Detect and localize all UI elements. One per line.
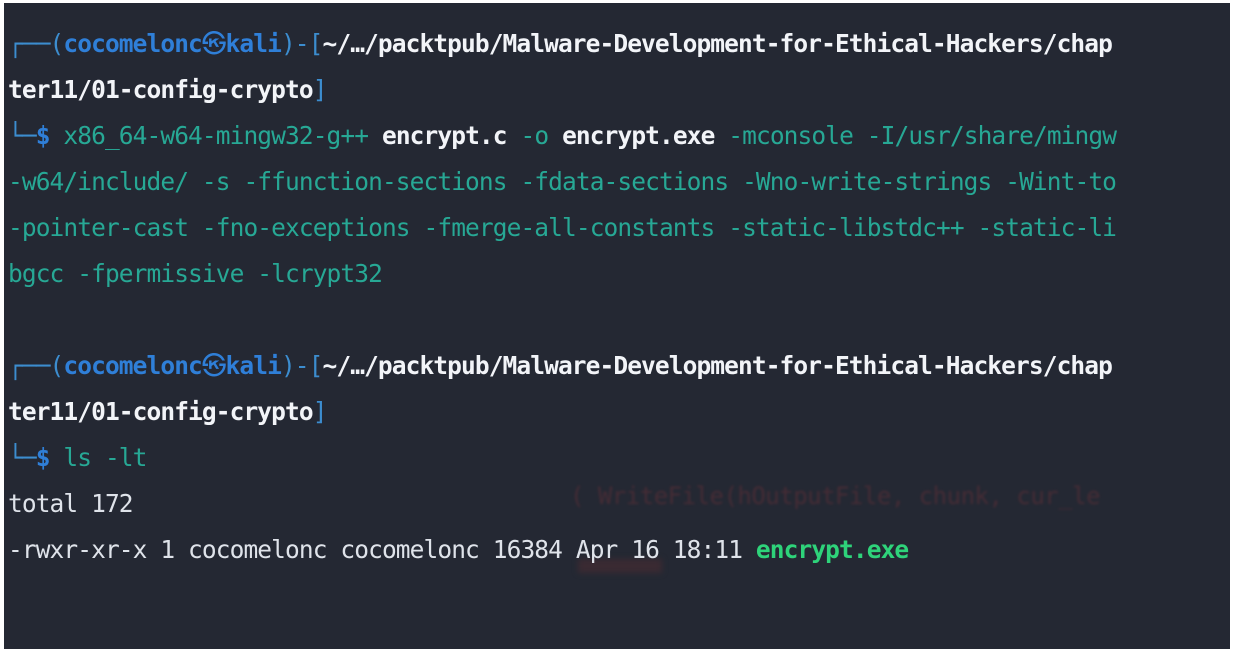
output-total: total 172 <box>8 489 134 518</box>
prompt-path-continued: ter11/01-config-crypto <box>8 397 314 426</box>
command-wrap-line: bgcc -fpermissive -lcrypt32 <box>8 251 1224 297</box>
kali-skull-icon: ㉿ <box>201 29 226 58</box>
command-line[interactable]: └─$ ls -lt <box>8 435 1224 481</box>
command-arg-output: encrypt.exe <box>562 121 715 150</box>
terminal-window[interactable]: ( WriteFile(hOutputFile, chunk, cur_le ┌… <box>4 3 1230 649</box>
command-arg-source: encrypt.c <box>381 121 508 150</box>
prompt-user: cocomelonc <box>63 351 202 380</box>
prompt-dollar: $ <box>35 443 64 472</box>
prompt-frame-top: ┌──( <box>8 351 64 380</box>
file-name-executable: encrypt.exe <box>755 535 909 564</box>
prompt-frame-bottom: └─ <box>8 443 37 472</box>
prompt-path-wrap-line: ter11/01-config-crypto] <box>8 67 1224 113</box>
terminal-screen: ┌──(cocomelonc㉿kali)-[~/…/packtpub/Malwa… <box>8 21 1224 573</box>
command-line[interactable]: └─$ x86_64-w64-mingw32-g++ encrypt.c -o … <box>8 113 1224 159</box>
command-args-continued: bgcc -fpermissive -lcrypt32 <box>8 259 383 288</box>
command-name: ls -lt <box>63 443 147 472</box>
prompt-frame-bottom: └─ <box>8 121 37 150</box>
prompt-frame-mid: )-[ <box>280 29 323 58</box>
command-wrap-line: -w64/include/ -s -ffunction-sections -fd… <box>8 159 1224 205</box>
prompt-frame-end: ] <box>312 397 328 426</box>
prompt-dollar: $ <box>35 121 64 150</box>
command-flag-output: -o <box>520 121 550 150</box>
prompt-host: kali <box>225 29 282 58</box>
prompt-header-line: ┌──(cocomelonc㉿kali)-[~/…/packtpub/Malwa… <box>8 343 1224 389</box>
command-args: -mconsole -I/usr/share/mingw <box>728 121 1117 150</box>
prompt-frame-mid: )-[ <box>280 351 323 380</box>
file-permissions-details: -rwxr-xr-x 1 cocomelonc cocomelonc 16384… <box>8 535 756 564</box>
output-line: total 172 <box>8 481 1224 527</box>
prompt-header-line: ┌──(cocomelonc㉿kali)-[~/…/packtpub/Malwa… <box>8 21 1224 67</box>
prompt-path: ~/…/packtpub/Malware-Development-for-Eth… <box>322 351 1113 380</box>
output-file-row: -rwxr-xr-x 1 cocomelonc cocomelonc 16384… <box>8 527 1224 573</box>
prompt-path-wrap-line: ter11/01-config-crypto] <box>8 389 1224 435</box>
prompt-host: kali <box>225 351 282 380</box>
command-args-continued: -w64/include/ -s -ffunction-sections -fd… <box>8 167 1117 196</box>
command-args-continued: -pointer-cast -fno-exceptions -fmerge-al… <box>8 213 1117 242</box>
prompt-frame-end: ] <box>312 75 328 104</box>
prompt-path: ~/…/packtpub/Malware-Development-for-Eth… <box>322 29 1113 58</box>
prompt-user: cocomelonc <box>63 29 202 58</box>
prompt-frame-top: ┌──( <box>8 29 64 58</box>
prompt-path-continued: ter11/01-config-crypto <box>8 75 314 104</box>
kali-skull-icon: ㉿ <box>201 351 226 380</box>
command-wrap-line: -pointer-cast -fno-exceptions -fmerge-al… <box>8 205 1224 251</box>
command-name: x86_64-w64-mingw32-g++ <box>63 121 369 150</box>
